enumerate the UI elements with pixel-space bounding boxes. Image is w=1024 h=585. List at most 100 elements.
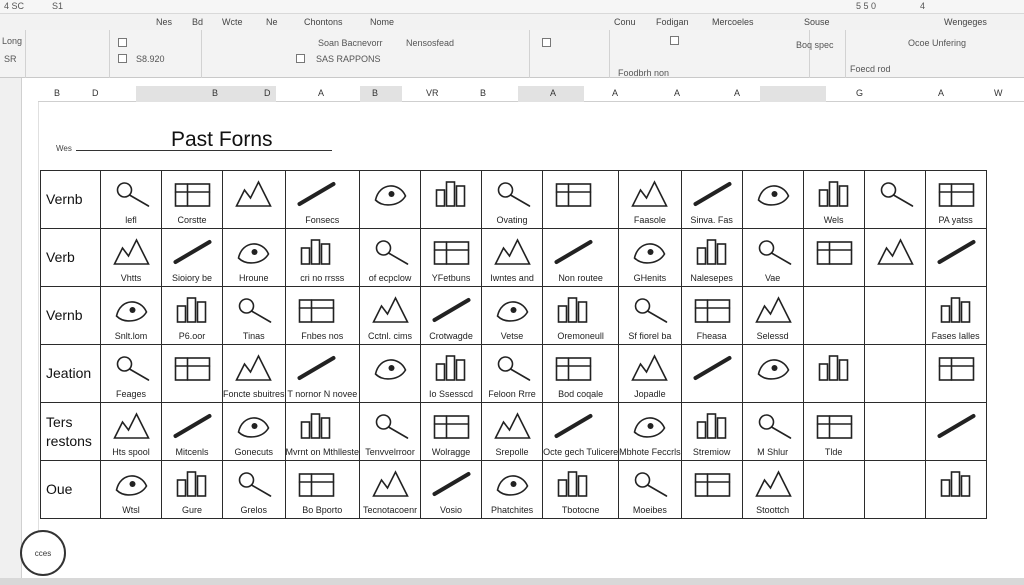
bottom-scrollbar[interactable]	[0, 578, 1024, 585]
grid-cell[interactable]: Io Ssesscd	[420, 344, 483, 403]
grid-cell[interactable]: Wels	[802, 170, 865, 229]
grid-cell[interactable]: GHenits	[618, 228, 682, 287]
grid-cell[interactable]: Mvrnt on Mthlleste	[284, 402, 361, 461]
grid-cell[interactable]: Corstte	[161, 170, 223, 229]
column-header[interactable]: G	[856, 88, 863, 98]
grid-cell[interactable]: M Shlur	[741, 402, 804, 461]
grid-cell[interactable]	[741, 344, 804, 403]
grid-cell[interactable]: Tenvvelrroor	[359, 402, 422, 461]
grid-cell[interactable]: Non routee	[542, 228, 620, 287]
ribbon-tab[interactable]: Chontons	[304, 17, 343, 27]
grid-cell[interactable]	[863, 344, 926, 403]
grid-cell[interactable]	[802, 286, 865, 345]
grid-cell[interactable]: P6.oor	[161, 286, 223, 345]
grid-cell[interactable]: Faasole	[618, 170, 682, 229]
grid-cell[interactable]: Tlde	[802, 402, 865, 461]
grid-cell[interactable]: Stremiow	[680, 402, 743, 461]
grid-cell[interactable]: Selessd	[741, 286, 804, 345]
ribbon-checkbox[interactable]	[296, 54, 305, 63]
ribbon-item-label[interactable]: Ocoe Unfering	[908, 38, 966, 48]
column-header[interactable]: A	[938, 88, 944, 98]
column-header[interactable]: A	[318, 88, 324, 98]
ribbon-item-label[interactable]: Nensosfead	[406, 38, 454, 48]
ribbon-item-label[interactable]: S8.920	[136, 54, 165, 64]
grid-cell[interactable]: lefl	[100, 170, 162, 229]
ribbon-checkbox[interactable]	[118, 38, 127, 47]
ribbon-item-label[interactable]: Foodbrh non	[618, 68, 669, 78]
column-header[interactable]: D	[92, 88, 99, 98]
grid-cell[interactable]: Oremoneull	[542, 286, 620, 345]
ribbon-tab[interactable]: Mercoeles	[712, 17, 754, 27]
grid-cell[interactable]	[863, 286, 926, 345]
grid-cell[interactable]: Fheasa	[680, 286, 743, 345]
ribbon-tab[interactable]: Wengeges	[944, 17, 987, 27]
column-header[interactable]: B	[372, 88, 378, 98]
grid-cell[interactable]: Sf fiorel ba	[618, 286, 682, 345]
grid-cell[interactable]	[420, 170, 483, 229]
grid-cell[interactable]: Wtsl	[100, 460, 162, 519]
grid-cell[interactable]: Crotwagde	[420, 286, 483, 345]
grid-cell[interactable]: Fnbes nos	[284, 286, 361, 345]
grid-cell[interactable]: Feages	[100, 344, 162, 403]
column-header[interactable]: D	[264, 88, 271, 98]
grid-cell[interactable]: Fonsecs	[284, 170, 361, 229]
grid-cell[interactable]: Feloon Rrre	[481, 344, 544, 403]
grid-cell[interactable]: Mbhote Feccrls	[618, 402, 682, 461]
ribbon-item-label[interactable]: Soan Bacnevorr	[318, 38, 383, 48]
grid-cell[interactable]	[863, 460, 926, 519]
grid-cell[interactable]: Vosio	[420, 460, 483, 519]
grid-cell[interactable]: Jopadle	[618, 344, 682, 403]
grid-cell[interactable]: Ovating	[481, 170, 544, 229]
grid-cell[interactable]	[359, 344, 422, 403]
grid-cell[interactable]	[359, 170, 422, 229]
ribbon-checkbox[interactable]	[118, 54, 127, 63]
grid-cell[interactable]: Moeibes	[618, 460, 682, 519]
column-header[interactable]: A	[674, 88, 680, 98]
grid-cell[interactable]: Sioiory be	[161, 228, 223, 287]
ribbon-tab[interactable]: Ne	[266, 17, 278, 27]
grid-cell[interactable]	[161, 344, 223, 403]
grid-cell[interactable]: Grelos	[222, 460, 286, 519]
column-header[interactable]: A	[734, 88, 740, 98]
ribbon-item-label[interactable]: Foecd rod	[850, 64, 891, 74]
column-header[interactable]: B	[54, 88, 60, 98]
column-header[interactable]: B	[480, 88, 486, 98]
grid-cell[interactable]	[802, 460, 865, 519]
grid-cell[interactable]: Bo Bporto	[284, 460, 361, 519]
grid-cell[interactable]	[680, 460, 743, 519]
grid-cell[interactable]: Cctnl. cims	[359, 286, 422, 345]
grid-cell[interactable]: Bod coqale	[542, 344, 620, 403]
ribbon-tab[interactable]: Bd	[192, 17, 203, 27]
grid-cell[interactable]: Iwntes and	[481, 228, 544, 287]
grid-cell[interactable]: cri no rrsss	[284, 228, 361, 287]
grid-cell[interactable]: Sinva. Fas	[680, 170, 743, 229]
grid-cell[interactable]	[863, 228, 926, 287]
grid-cell[interactable]	[924, 402, 987, 461]
ribbon-tab[interactable]: Nes	[156, 17, 172, 27]
grid-cell[interactable]: of ecpclow	[359, 228, 422, 287]
grid-cell[interactable]: Nalesepes	[680, 228, 743, 287]
ribbon-item-label[interactable]: Boq spec	[796, 40, 834, 50]
ribbon-tab[interactable]: Wcte	[222, 17, 243, 27]
grid-cell[interactable]: Wolragge	[420, 402, 483, 461]
grid-cell[interactable]: Foncte sbuitres	[222, 344, 286, 403]
grid-cell[interactable]: Vhtts	[100, 228, 162, 287]
grid-cell[interactable]: Tbotocne	[542, 460, 620, 519]
grid-cell[interactable]: T nornor N novee	[284, 344, 361, 403]
grid-cell[interactable]: Hts spool	[100, 402, 162, 461]
grid-cell[interactable]	[542, 170, 620, 229]
grid-cell[interactable]	[863, 402, 926, 461]
grid-cell[interactable]: Gonecuts	[222, 402, 286, 461]
column-header[interactable]: VR	[426, 88, 439, 98]
ribbon-checkbox[interactable]	[542, 38, 551, 47]
ribbon-tab[interactable]: Conu	[614, 17, 636, 27]
grid-cell[interactable]: Vae	[741, 228, 804, 287]
ribbon-tab[interactable]: Fodigan	[656, 17, 689, 27]
grid-cell[interactable]: Phatchites	[481, 460, 544, 519]
grid-cell[interactable]	[802, 228, 865, 287]
grid-cell[interactable]	[924, 344, 987, 403]
grid-cell[interactable]: Srepolle	[481, 402, 544, 461]
grid-cell[interactable]: Tecnotacoenr	[359, 460, 422, 519]
grid-cell[interactable]	[802, 344, 865, 403]
grid-cell[interactable]: Vetse	[481, 286, 544, 345]
